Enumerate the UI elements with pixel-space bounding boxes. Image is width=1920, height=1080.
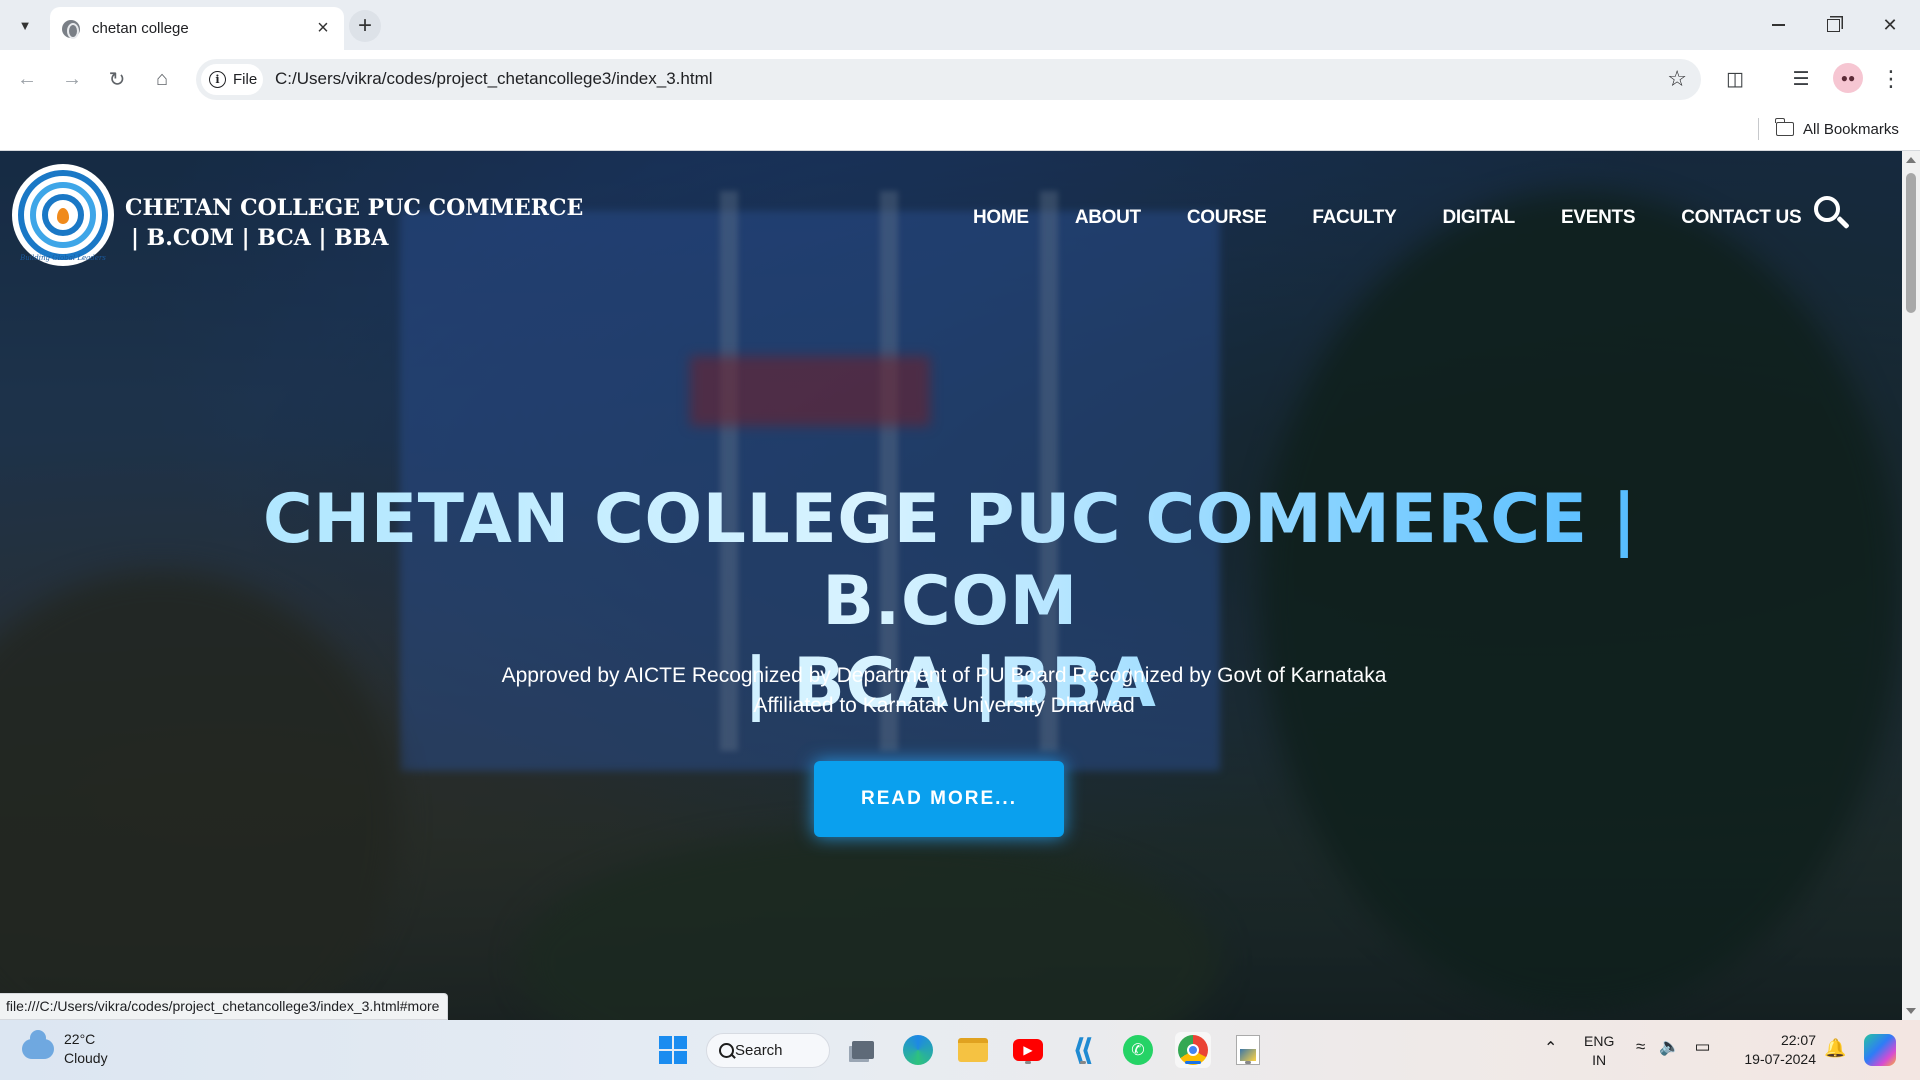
cloud-icon (22, 1030, 54, 1059)
site-info-chip[interactable]: i File (201, 64, 263, 95)
extensions-puzzle-icon[interactable]: ◫ (1718, 62, 1752, 96)
input-language[interactable]: ENG IN (1584, 1032, 1614, 1070)
vscode-icon[interactable]: ⟪ (1065, 1032, 1101, 1068)
scrollbar-thumb[interactable] (1906, 173, 1916, 313)
running-indicator (1245, 1061, 1251, 1064)
bookmarks-divider (1758, 118, 1759, 140)
bookmarks-bar: All Bookmarks (0, 108, 1920, 151)
nav-course[interactable]: COURSE (1187, 207, 1267, 229)
restore-button[interactable] (1813, 8, 1853, 42)
edge-browser-icon[interactable] (900, 1032, 936, 1068)
info-icon: i (209, 71, 226, 88)
scroll-down-arrow-icon[interactable] (1906, 1008, 1916, 1014)
file-explorer-icon[interactable] (955, 1032, 991, 1068)
lang-line-2: IN (1592, 1052, 1607, 1068)
nav-faculty[interactable]: FACULTY (1312, 207, 1396, 229)
nav-about[interactable]: ABOUT (1075, 207, 1141, 229)
lang-line-1: ENG (1584, 1033, 1615, 1049)
logo-tagline: Building Global Leaders (20, 254, 106, 262)
all-bookmarks-button[interactable]: All Bookmarks (1775, 116, 1899, 142)
taskbar-search[interactable]: Search (706, 1033, 830, 1068)
tab-strip: ▼ chetan college × + (0, 0, 1920, 50)
close-window-button[interactable] (1870, 8, 1910, 42)
reload-icon[interactable]: ↻ (100, 62, 134, 96)
weather-widget[interactable]: 22°C Cloudy (22, 1030, 108, 1068)
browser-toolbar: ← → ↻ ⌂ i File C:/Users/vikra/codes/proj… (0, 50, 1920, 108)
hero-title-line-1: CHETAN COLLEGE PUC COMMERCE | B.COM (262, 480, 1638, 641)
volume-icon[interactable]: 🔈 (1659, 1037, 1680, 1057)
url-text[interactable]: C:/Users/vikra/codes/project_chetancolle… (275, 69, 713, 89)
running-indicator (1025, 1061, 1031, 1064)
wifi-icon[interactable]: ≈ (1636, 1037, 1645, 1057)
profile-avatar[interactable]: ●● (1833, 63, 1863, 93)
site-brand[interactable]: CHETAN COLLEGE PUC COMMERCE | B.COM | BC… (125, 193, 583, 253)
tab-search-chevron-icon[interactable]: ▼ (12, 12, 38, 38)
nav-contact-us[interactable]: CONTACT US (1681, 207, 1801, 229)
tab-title: chetan college (92, 20, 189, 37)
clock-date: 19-07-2024 (1744, 1051, 1816, 1067)
brand-line-2: | B.COM | BCA | BBA (131, 225, 389, 251)
bookmark-star-icon[interactable]: ☆ (1667, 66, 1687, 92)
clock-time: 22:07 (1780, 1032, 1816, 1048)
brand-line-1: CHETAN COLLEGE PUC COMMERCE (125, 195, 584, 221)
nav-events[interactable]: EVENTS (1561, 207, 1636, 229)
system-tray[interactable]: ≈ 🔈 ▭ (1636, 1037, 1711, 1057)
forward-arrow-icon[interactable]: → (55, 62, 89, 96)
search-icon[interactable] (1814, 196, 1850, 232)
globe-icon (62, 19, 80, 39)
link-status-bar: file:///C:/Users/vikra/codes/project_che… (0, 993, 449, 1020)
battery-icon[interactable]: ▭ (1695, 1037, 1711, 1057)
whatsapp-icon[interactable]: ✆ (1120, 1032, 1156, 1068)
taskbar: 22°C Cloudy Search ▶ ⟪ ✆ ⌃ ENG IN ≈ 🔈 ▭ … (0, 1020, 1920, 1080)
windows-logo-icon (659, 1036, 687, 1064)
task-view-icon[interactable] (845, 1032, 881, 1068)
hero-subtitle: Approved by AICTE Recognized by Departme… (310, 661, 1578, 721)
tab-close-icon[interactable]: × (310, 16, 336, 42)
youtube-app-icon[interactable]: ▶ (1010, 1032, 1046, 1068)
notification-bell-icon[interactable]: 🔔 (1824, 1038, 1846, 1059)
site-navigation: HOME ABOUT COURSE FACULTY DIGITAL EVENTS… (973, 207, 1847, 229)
copilot-icon[interactable] (1864, 1034, 1896, 1066)
browser-tab[interactable]: chetan college × (50, 7, 344, 50)
search-handle (1836, 215, 1850, 230)
start-button[interactable] (655, 1032, 691, 1068)
python-idle-icon[interactable] (1230, 1032, 1266, 1068)
hero-subtitle-line-2: Affiliated to Karnatak University Dharwa… (753, 694, 1135, 717)
flame-icon (57, 208, 69, 224)
tray-overflow-chevron-icon[interactable]: ⌃ (1544, 1038, 1557, 1058)
all-bookmarks-label: All Bookmarks (1803, 120, 1899, 138)
reading-list-icon[interactable]: ☰ (1784, 62, 1818, 96)
read-more-button[interactable]: READ MORE... (814, 761, 1064, 837)
page-scrollbar[interactable] (1902, 151, 1920, 1020)
active-indicator (1185, 1061, 1201, 1064)
nav-home[interactable]: HOME (973, 207, 1029, 229)
address-bar[interactable]: i File C:/Users/vikra/codes/project_chet… (196, 59, 1701, 100)
college-logo[interactable]: Building Global Leaders (12, 164, 114, 266)
kebab-menu-icon[interactable]: ⋮ (1874, 62, 1908, 96)
home-icon[interactable]: ⌂ (145, 62, 179, 96)
chrome-icon[interactable] (1175, 1032, 1211, 1068)
page-viewport: Building Global Leaders CHETAN COLLEGE P… (0, 151, 1902, 1020)
back-arrow-icon[interactable]: ← (10, 62, 44, 96)
hero-subtitle-line-1: Approved by AICTE Recognized by Departme… (501, 664, 1387, 687)
scroll-up-arrow-icon[interactable] (1906, 157, 1916, 163)
nav-digital[interactable]: DIGITAL (1442, 207, 1515, 229)
minimize-button[interactable] (1758, 8, 1798, 42)
weather-description: Cloudy (64, 1050, 108, 1066)
running-indicator (1080, 1061, 1086, 1064)
site-chip-label: File (233, 71, 258, 88)
folder-icon (1775, 118, 1794, 136)
weather-temperature: 22°C (64, 1031, 96, 1047)
new-tab-button[interactable]: + (349, 10, 381, 42)
system-clock[interactable]: 22:07 19-07-2024 (1736, 1031, 1816, 1069)
